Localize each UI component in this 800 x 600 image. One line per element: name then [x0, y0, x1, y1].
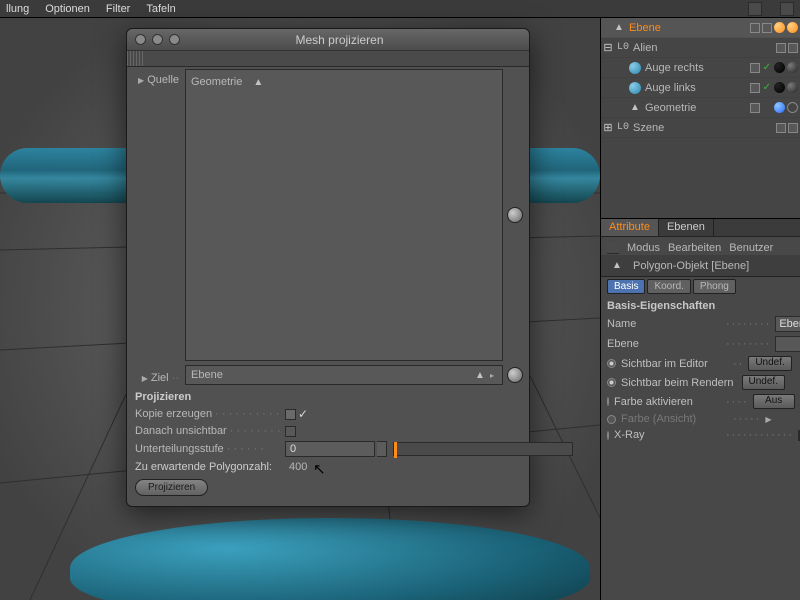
tree-label: Ebene [629, 22, 750, 34]
polygon-count: 400 [289, 461, 307, 473]
source-label: Quelle [147, 74, 179, 86]
polygon-icon: ▲ [251, 75, 265, 89]
mesh-project-dialog[interactable]: Mesh projizieren ▶Quelle Geometrie ▲ ▶Zi… [126, 28, 530, 507]
tree-row[interactable]: ▲ Geometrie [601, 98, 800, 118]
menu-item[interactable]: Benutzer [729, 242, 773, 254]
dropdown[interactable]: Aus [753, 394, 795, 409]
expand-icon[interactable]: ⊟ [603, 41, 613, 54]
prop-hide: Danach unsichtbar · · · · · · · · [133, 423, 523, 439]
pill-phong[interactable]: Phong [693, 279, 736, 294]
menu-item[interactable]: llung [6, 3, 29, 15]
tree-label: Szene [633, 122, 776, 134]
subdiv-slider[interactable] [393, 442, 573, 456]
tree-row[interactable]: ▲ Ebene [601, 18, 800, 38]
checkbox-copy[interactable] [285, 409, 296, 420]
radio[interactable] [607, 431, 609, 440]
target-dropwell[interactable]: Ebene ▲ ▸ [185, 365, 503, 385]
target-item[interactable]: Ebene [191, 369, 223, 381]
picker-icon[interactable] [507, 207, 523, 223]
dropdown[interactable]: Undef. [748, 356, 791, 371]
menu-item[interactable]: Optionen [45, 3, 90, 15]
polygon-icon: ▲ [473, 368, 487, 382]
null-icon: L0 [616, 41, 630, 55]
prop-subdiv: Unterteilungsstufe · · · · · · [133, 439, 523, 459]
pill-coord[interactable]: Koord. [647, 279, 690, 294]
target-label: Ziel [151, 372, 169, 384]
project-button[interactable]: Projizieren [135, 479, 208, 496]
titlebar[interactable]: Mesh projizieren [127, 29, 529, 51]
radio[interactable] [607, 397, 609, 406]
null-icon: L0 [616, 121, 630, 135]
radio [607, 415, 616, 424]
menu-item[interactable]: Modus [627, 242, 660, 254]
menu-button[interactable] [780, 2, 794, 16]
sphere-icon [628, 61, 642, 75]
prop-layer: Ebene········ [601, 334, 800, 354]
polygon-icon: ▲ [610, 259, 624, 273]
close-icon[interactable] [135, 34, 146, 45]
radio[interactable] [607, 359, 616, 368]
dropdown[interactable]: Undef. [742, 375, 785, 390]
attribute-manager: Attribute Ebenen Modus Bearbeiten Benutz… [601, 218, 800, 600]
chevron-right-icon[interactable]: ▶ [138, 76, 144, 85]
tree-label: Alien [633, 42, 776, 54]
tab-layers[interactable]: Ebenen [659, 219, 714, 236]
main-menu[interactable]: llung Optionen Filter Tafeln [0, 0, 800, 18]
tab-attribute[interactable]: Attribute [601, 219, 659, 236]
object-header: ▲ Polygon-Objekt [Ebene] [601, 255, 800, 277]
source-item[interactable]: Geometrie [191, 76, 242, 88]
spinner[interactable] [377, 441, 387, 457]
object-title: Polygon-Objekt [Ebene] [633, 260, 749, 272]
prop-expected: Zu erwartende Polygonzahl: 400 [133, 459, 523, 475]
prop-colorview: Farbe (Ansicht)····· ▶ [601, 411, 800, 427]
tree-label: Geometrie [645, 102, 750, 114]
prop-usecolor: Farbe aktivieren···· Aus [601, 392, 800, 411]
tree-row[interactable]: Auge links ✓ [601, 78, 800, 98]
section-title: Projizieren [133, 385, 523, 405]
chevron-right-icon[interactable]: ▶ [142, 374, 148, 383]
sphere-icon [628, 81, 642, 95]
menu-button[interactable] [748, 2, 762, 16]
tree-row[interactable]: ⊞ L0 Szene [601, 118, 800, 138]
name-input[interactable] [775, 316, 800, 332]
chevron-right-icon[interactable]: ▸ [490, 371, 494, 380]
object-manager[interactable]: ▲ Ebene ⊟ L0 Alien Auge rechts ✓ Auge li… [601, 18, 800, 218]
grip-icon [607, 242, 619, 254]
prop-xray: X-Ray············ [601, 427, 800, 443]
picker-icon[interactable] [507, 367, 523, 383]
tree-label: Auge links [645, 82, 750, 94]
chevron-right-icon: ▶ [765, 415, 771, 424]
prop-copy: Kopie erzeugen · · · · · · · · · · ✓ [133, 405, 523, 423]
dialog-toolbar [127, 51, 529, 67]
prop-vis-render: Sichtbar beim Rendern Undef. [601, 373, 800, 392]
expand-icon[interactable]: ⊞ [603, 121, 613, 134]
source-dropwell[interactable]: Geometrie ▲ [185, 69, 503, 361]
tree-row[interactable]: ⊟ L0 Alien [601, 38, 800, 58]
menu-item[interactable]: Filter [106, 3, 130, 15]
polygon-icon: ▲ [628, 101, 642, 115]
polygon-icon: ▲ [612, 21, 626, 35]
prop-name: Name········ [601, 314, 800, 334]
section-title: Basis-Eigenschaften [601, 295, 800, 314]
minimize-icon[interactable] [152, 34, 163, 45]
tree-label: Auge rechts [645, 62, 750, 74]
checkbox-hide[interactable] [285, 426, 296, 437]
check-icon: ✓ [298, 407, 308, 421]
pill-basis[interactable]: Basis [607, 279, 645, 294]
dialog-title: Mesh projizieren [188, 33, 491, 47]
subdiv-input[interactable] [285, 441, 375, 457]
prop-vis-editor: Sichtbar im Editor·· Undef. [601, 354, 800, 373]
zoom-icon[interactable] [169, 34, 180, 45]
menu-item[interactable]: Tafeln [146, 3, 175, 15]
menu-item[interactable]: Bearbeiten [668, 242, 721, 254]
attribute-submenu[interactable]: Modus Bearbeiten Benutzer [601, 237, 800, 255]
tree-row[interactable]: Auge rechts ✓ [601, 58, 800, 78]
layer-input[interactable] [775, 336, 800, 352]
radio[interactable] [607, 378, 616, 387]
tab-pills[interactable]: Basis Koord. Phong [601, 277, 800, 295]
attribute-tabs[interactable]: Attribute Ebenen [601, 219, 800, 237]
